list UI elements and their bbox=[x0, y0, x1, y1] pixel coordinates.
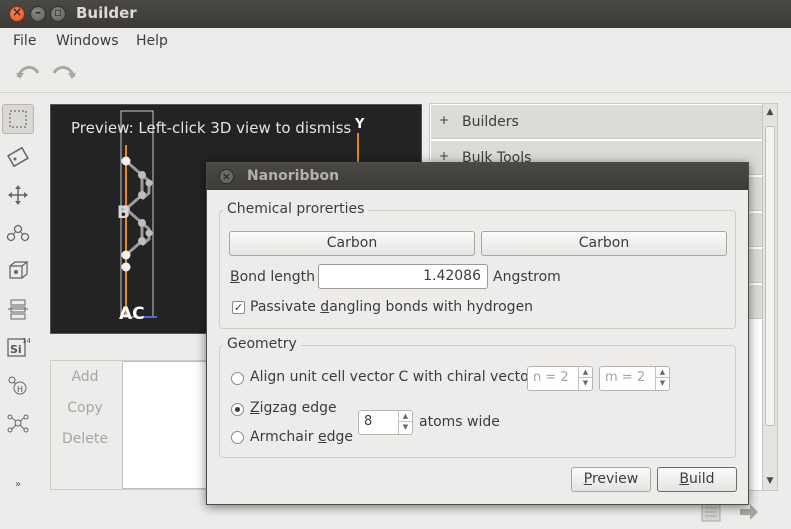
dialog-title-bar: × Nanoribbon bbox=[207, 163, 748, 190]
menu-windows[interactable]: Windows bbox=[56, 33, 119, 49]
bond-length-input[interactable]: 1.42086 bbox=[318, 264, 488, 289]
build-button[interactable]: Build bbox=[657, 467, 737, 492]
preview-button[interactable]: Preview bbox=[571, 467, 651, 492]
more-icon: » bbox=[14, 478, 22, 490]
window-title: Builder bbox=[76, 4, 137, 22]
menu-file[interactable]: File bbox=[13, 33, 36, 49]
passivate-label: Passivate dangling bonds with hydrogen bbox=[250, 299, 534, 315]
select-icon bbox=[9, 110, 27, 128]
element-b-button[interactable]: Carbon bbox=[481, 231, 727, 256]
expand-icon: + bbox=[439, 113, 450, 127]
crystal-tool-button[interactable] bbox=[2, 256, 34, 286]
svg-text:14: 14 bbox=[22, 337, 30, 345]
si-element-icon: Si14 bbox=[7, 337, 30, 357]
undo-icon[interactable] bbox=[14, 61, 42, 85]
redo-icon[interactable] bbox=[50, 61, 78, 85]
align-chiral-radio[interactable] bbox=[231, 372, 244, 385]
more-tools-button[interactable]: » bbox=[2, 474, 34, 494]
select-tool-button[interactable] bbox=[2, 104, 34, 134]
section-label: Builders bbox=[462, 114, 519, 130]
n-spinner[interactable]: n = 2 ▲ ▼ bbox=[527, 366, 593, 391]
armchair-label: Armchair edge bbox=[250, 429, 353, 445]
bond-length-label: Bond length bbox=[230, 269, 316, 285]
svg-text:Si: Si bbox=[10, 343, 22, 356]
y-axis-label: Y bbox=[355, 117, 365, 132]
preview-hint-text: Preview: Left-click 3D view to dismiss bbox=[71, 119, 352, 137]
ac-direction-label: AC bbox=[119, 304, 145, 324]
width-unit-label: atoms wide bbox=[419, 414, 500, 430]
width-spinner-value: 8 bbox=[364, 414, 373, 429]
m-spinner-value: m = 2 bbox=[605, 370, 646, 385]
delete-button[interactable]: Delete bbox=[51, 431, 119, 447]
zigzag-radio[interactable] bbox=[231, 403, 244, 416]
network-tool-button[interactable] bbox=[2, 408, 34, 438]
toolbar bbox=[0, 55, 791, 93]
minimize-window-button[interactable]: – bbox=[30, 5, 46, 22]
add-button[interactable]: Add bbox=[51, 369, 119, 385]
align-chiral-label: Align unit cell vector C with chiral vec… bbox=[250, 369, 535, 385]
width-spinner[interactable]: 8 ▲ ▼ bbox=[358, 410, 413, 435]
zigzag-label: Zigzag edge bbox=[250, 400, 337, 416]
bond-icon bbox=[6, 224, 30, 242]
element-a-button[interactable]: Carbon bbox=[229, 231, 475, 256]
geometry-title: Geometry bbox=[223, 336, 301, 352]
dialog-title: Nanoribbon bbox=[247, 168, 340, 184]
element-tool-button[interactable]: Si 14 bbox=[2, 332, 34, 362]
hydrogen-icon: H bbox=[8, 376, 27, 395]
crystal-icon bbox=[9, 261, 29, 279]
tag-tool-button[interactable] bbox=[2, 142, 34, 172]
n-spinner-value: n = 2 bbox=[533, 370, 569, 385]
menu-bar: File Windows Help bbox=[0, 28, 791, 55]
maximize-window-button[interactable]: ▫ bbox=[50, 5, 66, 22]
width-spinner-arrows[interactable]: ▲ ▼ bbox=[398, 411, 412, 434]
bond-tool-button[interactable] bbox=[2, 218, 34, 248]
network-icon bbox=[7, 414, 29, 433]
builders-section[interactable]: + Builders bbox=[431, 105, 763, 139]
passivate-checkbox[interactable]: ✓ bbox=[232, 301, 245, 314]
title-bar: × – ▫ Builder bbox=[0, 0, 791, 28]
scrollbar-thumb[interactable] bbox=[765, 126, 775, 426]
hierarchy-tool-button[interactable] bbox=[2, 294, 34, 324]
scroll-up-icon[interactable]: ▲ bbox=[765, 107, 775, 117]
hydrogen-tool-button[interactable]: H bbox=[2, 370, 34, 400]
m-spinner[interactable]: m = 2 ▲ ▼ bbox=[599, 366, 670, 391]
bond-length-unit: Angstrom bbox=[493, 269, 561, 285]
chemical-properties-title: Chemical prorerties bbox=[223, 201, 369, 217]
dialog-close-icon[interactable]: × bbox=[219, 169, 234, 184]
b-vector-label: B bbox=[117, 203, 130, 223]
m-spinner-arrows[interactable]: ▲ ▼ bbox=[655, 367, 669, 390]
hierarchy-icon bbox=[8, 299, 28, 320]
move-tool-button[interactable] bbox=[2, 180, 34, 210]
n-spinner-arrows[interactable]: ▲ ▼ bbox=[578, 367, 592, 390]
copy-button[interactable]: Copy bbox=[51, 400, 119, 416]
nanoribbon-dialog: × Nanoribbon Chemical prorerties Carbon … bbox=[206, 162, 749, 505]
menu-help[interactable]: Help bbox=[136, 33, 168, 49]
tag-icon bbox=[7, 146, 29, 168]
svg-text:H: H bbox=[17, 385, 23, 394]
expand-icon: + bbox=[439, 149, 450, 163]
vertical-scrollbar[interactable]: ▲ ▼ bbox=[762, 103, 778, 491]
scroll-down-icon[interactable]: ▼ bbox=[765, 476, 775, 486]
armchair-radio[interactable] bbox=[231, 431, 244, 444]
close-window-button[interactable]: × bbox=[9, 5, 25, 22]
move-icon bbox=[8, 185, 28, 205]
